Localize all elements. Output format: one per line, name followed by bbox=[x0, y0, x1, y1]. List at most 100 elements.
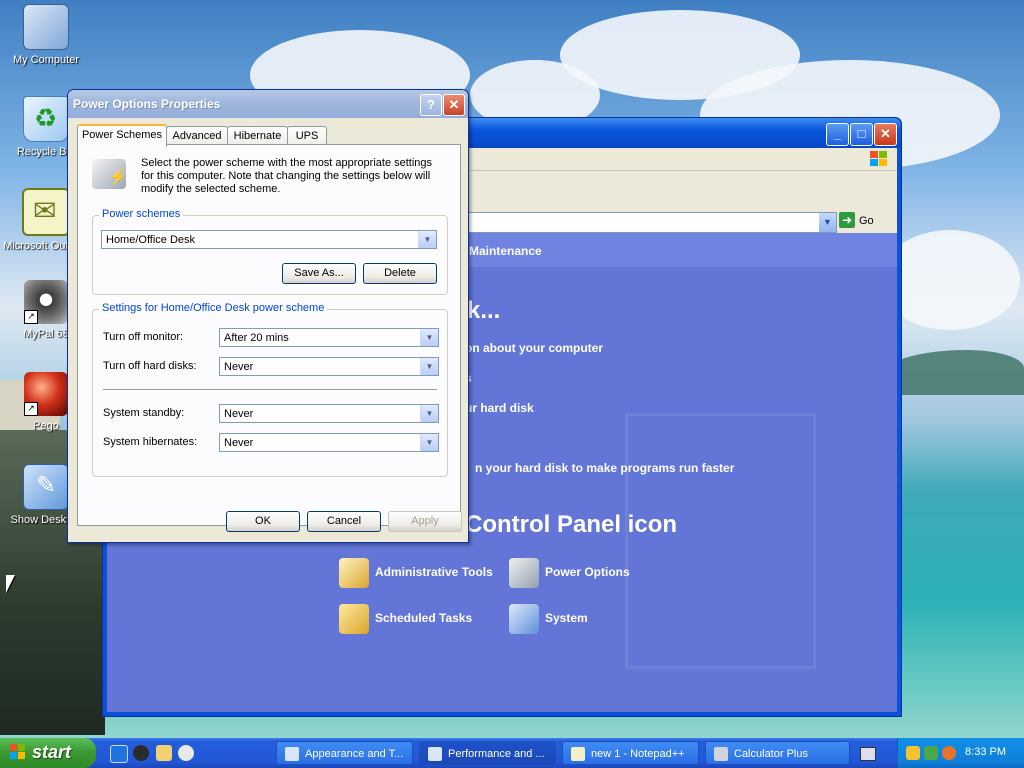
close-button[interactable]: ✕ bbox=[443, 94, 465, 116]
mouse-pointer-icon bbox=[6, 575, 15, 593]
task-link[interactable]: on about your computer bbox=[465, 341, 603, 355]
clock[interactable]: 8:33 PM bbox=[965, 746, 1006, 758]
power-options-link[interactable]: Power Options bbox=[509, 558, 630, 588]
security-shield-icon[interactable] bbox=[906, 746, 920, 760]
desktop-icon-my-computer[interactable]: My Computer bbox=[0, 4, 92, 66]
save-as-button[interactable]: Save As... bbox=[282, 263, 356, 284]
taskbar-item-appearance[interactable]: Appearance and T... bbox=[276, 741, 413, 765]
setting-label: System standby: bbox=[103, 407, 185, 419]
taskbar-item-label: Appearance and T... bbox=[305, 748, 404, 760]
taskbar-item-label: Performance and ... bbox=[448, 748, 545, 760]
media-player-icon[interactable] bbox=[133, 745, 149, 761]
go-label: Go bbox=[859, 215, 874, 227]
minimize-button[interactable]: _ bbox=[826, 123, 849, 146]
dialog-title: Power Options Properties bbox=[73, 97, 221, 111]
admin-tools-link[interactable]: Administrative Tools bbox=[339, 558, 493, 588]
shortcut-arrow-icon: ↗ bbox=[24, 310, 38, 324]
notepad-icon bbox=[571, 747, 585, 762]
power-scheme-select[interactable]: Home/Office Desk ▼ bbox=[101, 230, 437, 249]
tab-power-schemes[interactable]: Power Schemes bbox=[77, 124, 167, 147]
system-standby-select[interactable]: Never ▼ bbox=[219, 404, 439, 423]
outlook-icon bbox=[22, 188, 70, 236]
pick-icon-heading: Control Panel icon bbox=[465, 511, 678, 538]
tab-hibernate[interactable]: Hibernate bbox=[227, 126, 288, 145]
ok-button[interactable]: OK bbox=[226, 511, 300, 532]
power-schemes-group: Power schemes Home/Office Desk ▼ Save As… bbox=[92, 208, 448, 295]
help-button[interactable]: ? bbox=[420, 94, 442, 116]
tab-ups[interactable]: UPS bbox=[287, 126, 327, 145]
apply-button[interactable]: Apply bbox=[388, 511, 462, 532]
taskbar-item-label: Calculator Plus bbox=[734, 748, 808, 760]
setting-label: Turn off monitor: bbox=[103, 331, 184, 343]
scheme-settings-group: Settings for Home/Office Desk power sche… bbox=[92, 302, 448, 477]
close-button[interactable]: ✕ bbox=[874, 123, 897, 146]
windows-logo-icon bbox=[869, 150, 889, 167]
taskbar-item-label: new 1 - Notepad++ bbox=[591, 748, 685, 760]
power-options-dialog: Power Options Properties ? ✕ Power Schem… bbox=[67, 89, 469, 543]
windows-logo-icon bbox=[10, 744, 26, 760]
task-link[interactable]: n your hard disk to make programs run fa… bbox=[475, 461, 734, 475]
power-schemes-panel: Select the power scheme with the most ap… bbox=[77, 144, 461, 526]
administrative-tools-icon bbox=[339, 558, 369, 588]
power-options-label: Power Options bbox=[545, 565, 630, 580]
system-tray: 8:33 PM bbox=[897, 738, 1024, 768]
setting-value: Never bbox=[224, 408, 254, 420]
taskbar: start Appearance and T... Performance an… bbox=[0, 738, 1024, 768]
desktop-icon-label: My Computer bbox=[12, 54, 80, 66]
taskbar-item-calculator[interactable]: Calculator Plus bbox=[705, 741, 850, 765]
task-link[interactable]: ur hard disk bbox=[465, 401, 534, 415]
setting-value: Never bbox=[224, 361, 254, 373]
dialog-body: Power Schemes Advanced Hibernate UPS Sel… bbox=[71, 118, 465, 539]
mypal-browser-icon: ↗ bbox=[24, 280, 68, 324]
delete-button[interactable]: Delete bbox=[363, 263, 437, 284]
keyboard-icon[interactable] bbox=[860, 747, 876, 761]
chevron-down-icon[interactable]: ▼ bbox=[418, 231, 436, 248]
control-panel-icon bbox=[285, 747, 299, 762]
chevron-down-icon[interactable]: ▼ bbox=[420, 329, 438, 346]
turn-off-hard-disks-select[interactable]: Never ▼ bbox=[219, 357, 439, 376]
internet-explorer-icon[interactable] bbox=[110, 745, 128, 763]
watermark-checkmark bbox=[625, 413, 816, 669]
turn-off-monitor-select[interactable]: After 20 mins ▼ bbox=[219, 328, 439, 347]
start-button[interactable]: start bbox=[0, 738, 96, 768]
chevron-down-icon[interactable]: ▼ bbox=[819, 213, 836, 232]
go-arrow-icon: ➜ bbox=[839, 212, 855, 228]
folder-icon[interactable] bbox=[156, 745, 172, 761]
taskbar-item-performance[interactable]: Performance and ... bbox=[419, 741, 556, 765]
search-icon[interactable] bbox=[942, 746, 956, 760]
system-link[interactable]: System bbox=[509, 604, 588, 634]
scheduled-tasks-icon bbox=[339, 604, 369, 634]
tab-advanced[interactable]: Advanced bbox=[166, 126, 228, 145]
power-options-icon bbox=[509, 558, 539, 588]
power-plug-icon bbox=[92, 159, 128, 189]
system-hibernates-select[interactable]: Never ▼ bbox=[219, 433, 439, 452]
group-label: Power schemes bbox=[99, 208, 184, 220]
group-label: Settings for Home/Office Desk power sche… bbox=[99, 302, 328, 314]
calculator-icon bbox=[714, 747, 728, 762]
selected-scheme: Home/Office Desk bbox=[106, 234, 196, 246]
pick-a-task-heading: k... bbox=[467, 297, 501, 324]
taskbar-item-notepad[interactable]: new 1 - Notepad++ bbox=[562, 741, 699, 765]
maximize-button[interactable]: □ bbox=[850, 123, 873, 146]
cancel-button[interactable]: Cancel bbox=[307, 511, 381, 532]
show-desktop-icon bbox=[23, 464, 69, 510]
pego-game-icon: ↗ bbox=[24, 372, 68, 416]
setting-value: After 20 mins bbox=[224, 332, 289, 344]
intro-text: Select the power scheme with the most ap… bbox=[141, 157, 433, 195]
system-icon bbox=[509, 604, 539, 634]
computer-icon bbox=[23, 4, 69, 50]
setting-value: Never bbox=[224, 437, 254, 449]
chevron-down-icon[interactable]: ▼ bbox=[420, 434, 438, 451]
dialog-titlebar[interactable]: Power Options Properties ? ✕ bbox=[68, 90, 468, 118]
chevron-down-icon[interactable]: ▼ bbox=[420, 405, 438, 422]
network-icon[interactable] bbox=[924, 746, 938, 760]
chevron-down-icon[interactable]: ▼ bbox=[420, 358, 438, 375]
scheduled-tasks-link[interactable]: Scheduled Tasks bbox=[339, 604, 472, 634]
shortcut-arrow-icon: ↗ bbox=[24, 402, 38, 416]
scheduled-tasks-label: Scheduled Tasks bbox=[375, 611, 473, 626]
quick-launch-icon[interactable] bbox=[178, 745, 194, 761]
start-label: start bbox=[32, 742, 72, 762]
control-panel-icon bbox=[428, 747, 442, 762]
go-button[interactable]: ➜ Go bbox=[839, 212, 891, 231]
system-label: System bbox=[545, 611, 588, 626]
